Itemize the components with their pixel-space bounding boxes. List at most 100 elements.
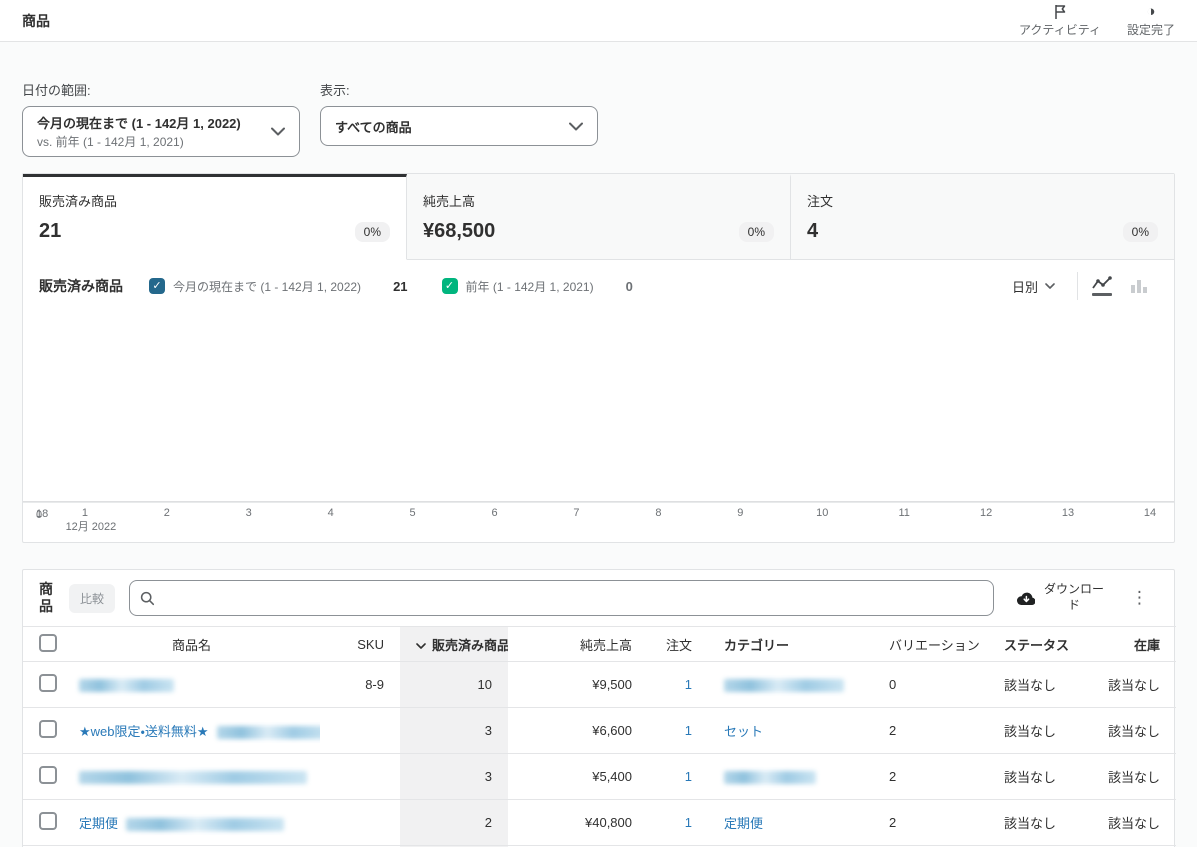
setup-complete-button[interactable]: ◑ 設定完了 (1127, 4, 1175, 38)
divider (1077, 272, 1078, 300)
column-header-sold[interactable]: 販売済み商品 (400, 627, 508, 662)
tab-net-sales[interactable]: 純売上高 ¥68,500 0% (407, 174, 791, 260)
svg-text:18: 18 (36, 508, 48, 520)
variations-value: 2 (873, 754, 988, 800)
svg-text:14: 14 (1144, 507, 1156, 519)
svg-text:4: 4 (328, 507, 334, 519)
date-range-select[interactable]: 今月の現在まで (1 - 142月 1, 2022) vs. 前年 (1 - 1… (22, 106, 300, 157)
kebab-menu-icon[interactable]: ⋮ (1121, 588, 1158, 608)
sold-products-change-badge: 0% (355, 222, 390, 242)
current-period-toggle[interactable]: ✓ 今月の現在まで (1 - 142月 1, 2022) 21 (149, 278, 412, 295)
product-name-link[interactable]: 定期便 (79, 816, 118, 831)
orders-link[interactable]: 1 (685, 769, 692, 784)
sku-value (320, 800, 400, 846)
row-checkbox[interactable] (39, 720, 57, 738)
product-name-link[interactable]: ★web限定・送料無料★ (79, 724, 209, 739)
download-label: ダウンロード (1041, 582, 1107, 613)
redacted-category[interactable] (724, 771, 816, 784)
view-select[interactable]: すべての商品 (320, 106, 598, 146)
status-value: 該当なし (988, 708, 1088, 754)
column-header-sku[interactable]: SKU (320, 627, 400, 662)
redacted-product-name[interactable] (217, 726, 320, 739)
net-sales-value: ¥40,800 (508, 800, 648, 846)
view-label: 表示: (320, 80, 598, 99)
compare-button[interactable]: 比較 (69, 584, 115, 613)
category-link[interactable]: 定期便 (724, 816, 763, 831)
chart-title: 販売済み商品 (39, 276, 123, 296)
sold-value: 3 (400, 754, 508, 800)
column-header-net-sales[interactable]: 純売上高 (508, 627, 648, 662)
svg-text:10: 10 (816, 507, 828, 519)
orders-link[interactable]: 1 (685, 815, 692, 830)
top-bar: 商品 アクティビティ ◑ 設定完了 (0, 0, 1197, 42)
download-button[interactable]: ダウンロード (1016, 582, 1107, 613)
redacted-product-name[interactable] (79, 771, 307, 784)
column-header-category[interactable]: カテゴリー (708, 627, 873, 662)
orders-link[interactable]: 1 (685, 723, 692, 738)
svg-text:12: 12 (980, 507, 992, 519)
svg-text:9: 9 (737, 507, 743, 519)
checkbox-checked-icon: ✓ (149, 278, 165, 294)
sold-value: 3 (400, 708, 508, 754)
view-value: すべての商品 (335, 117, 412, 136)
svg-text:8: 8 (655, 507, 661, 519)
row-checkbox[interactable] (39, 766, 57, 784)
net-sales-value: ¥68,500 (423, 220, 495, 243)
line-chart-toggle[interactable] (1092, 276, 1112, 296)
column-header-name[interactable]: 商品名 (63, 627, 320, 662)
svg-text:5: 5 (410, 507, 416, 519)
table-row: ★web限定・送料無料★ 3 ¥6,600 1 セット 2 該当なし 該当なし (23, 708, 1176, 754)
svg-text:3: 3 (246, 507, 252, 519)
previous-period-total: 0 (626, 279, 633, 294)
search-box[interactable] (129, 580, 994, 616)
search-input[interactable] (163, 591, 983, 606)
column-header-stock[interactable]: 在庫 (1088, 627, 1176, 662)
category-link[interactable]: セット (724, 724, 763, 739)
net-sales-value: ¥5,400 (508, 754, 648, 800)
products-table-card: 商品 比較 ダウンロード ⋮ 商品名 SKU 販売済み商品 純売上高 注文 (22, 569, 1175, 847)
orders-value: 4 (807, 220, 818, 243)
redacted-product-name[interactable] (126, 818, 284, 831)
granularity-select[interactable]: 日別 (994, 277, 1073, 296)
chevron-down-icon (271, 124, 285, 139)
chevron-down-icon (569, 119, 583, 134)
line-chart-icon (1092, 276, 1112, 290)
search-icon (140, 591, 155, 606)
column-header-variations[interactable]: バリエーション (873, 627, 988, 662)
net-sales-value: ¥9,500 (508, 662, 648, 708)
chart-header: 販売済み商品 ✓ 今月の現在まで (1 - 142月 1, 2022) 21 ✓… (23, 260, 1174, 310)
svg-text:7: 7 (573, 507, 579, 519)
stock-value: 該当なし (1088, 662, 1176, 708)
row-checkbox[interactable] (39, 812, 57, 830)
svg-text:1: 1 (82, 507, 88, 519)
status-value: 該当なし (988, 754, 1088, 800)
redacted-category[interactable] (724, 679, 844, 692)
tab-orders[interactable]: 注文 4 0% (791, 174, 1174, 260)
setup-label: 設定完了 (1127, 21, 1175, 38)
bar-chart-icon (1130, 279, 1148, 293)
stock-value: 該当なし (1088, 708, 1176, 754)
redacted-product-name[interactable] (79, 679, 174, 692)
sku-value (320, 754, 400, 800)
previous-period-toggle[interactable]: ✓ 前年 (1 - 142月 1, 2021) 0 (442, 278, 637, 295)
column-header-status[interactable]: ステータス (988, 627, 1088, 662)
stock-value: 該当なし (1088, 800, 1176, 846)
select-all-checkbox[interactable] (39, 634, 57, 652)
activity-button[interactable]: アクティビティ (1019, 4, 1101, 38)
sold-value: 10 (400, 662, 508, 708)
bar-chart-toggle[interactable] (1130, 279, 1148, 293)
variations-value: 2 (873, 800, 988, 846)
selected-indicator (1092, 293, 1112, 296)
svg-text:12月 2022: 12月 2022 (66, 521, 117, 533)
row-checkbox[interactable] (39, 674, 57, 692)
svg-text:11: 11 (898, 507, 909, 519)
page-title: 商品 (22, 11, 50, 31)
date-range-label: 日付の範囲: (22, 80, 300, 99)
table-title: 商品 (39, 581, 55, 616)
column-header-orders[interactable]: 注文 (648, 627, 708, 662)
date-range-filter: 日付の範囲: 今月の現在まで (1 - 142月 1, 2022) vs. 前年… (22, 80, 300, 157)
view-filter: 表示: すべての商品 (320, 80, 598, 146)
orders-link[interactable]: 1 (685, 677, 692, 692)
tab-sold-products[interactable]: 販売済み商品 21 0% (23, 174, 407, 260)
table-row: 定期便 2 ¥40,800 1 定期便 2 該当なし 該当なし (23, 800, 1176, 846)
